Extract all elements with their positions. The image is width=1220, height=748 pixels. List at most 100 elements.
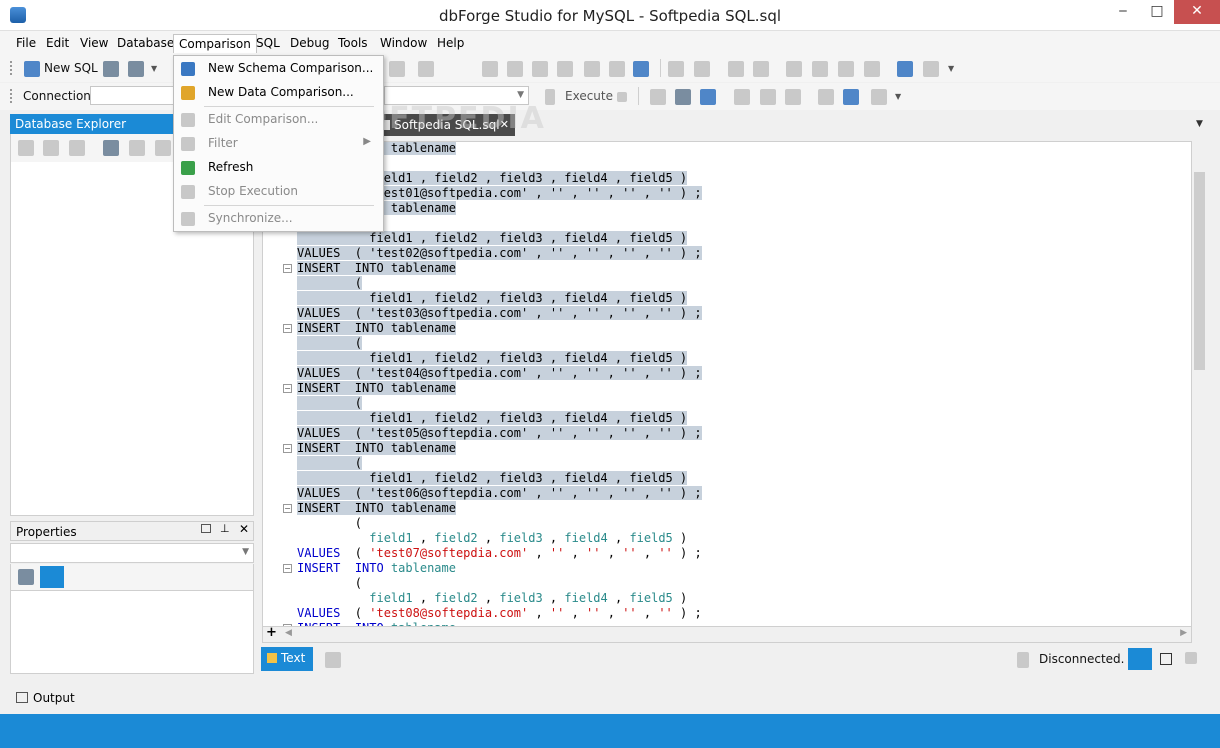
remove-icon[interactable] [43, 140, 59, 156]
toolbar-icon-j[interactable] [760, 89, 776, 105]
sql-toggle-icon[interactable] [633, 61, 649, 77]
chevron-down-icon[interactable]: ▼ [948, 64, 954, 73]
fold-toggle-icon[interactable]: − [283, 504, 292, 513]
fold-toggle-icon[interactable]: − [283, 264, 292, 273]
fold-toggle-icon[interactable]: − [283, 564, 292, 573]
menu-stop-execution[interactable]: Stop Execution [174, 181, 383, 203]
grid-icon[interactable] [700, 89, 716, 105]
vertical-scroll-thumb[interactable] [1194, 172, 1205, 370]
fold-toggle-icon[interactable]: − [283, 324, 292, 333]
menu-refresh[interactable]: Refresh [174, 157, 383, 179]
layout-horizontal-icon[interactable] [1128, 648, 1152, 670]
sql-editor[interactable]: −−−−−−−−− INSERT INTO tablename ( field1… [262, 141, 1192, 627]
toolbar-icon-a[interactable] [482, 61, 498, 77]
refresh-icon[interactable] [18, 140, 34, 156]
code-line: ( [297, 576, 362, 591]
new-sql-button[interactable]: New SQL [44, 61, 98, 75]
text-view-tab[interactable]: Text [261, 647, 313, 671]
toolbar-icon-e[interactable] [584, 61, 600, 77]
data-view-icon[interactable] [325, 652, 341, 668]
menu-view[interactable]: View [75, 34, 113, 53]
copy-icon[interactable] [69, 140, 85, 156]
code-text: ( [297, 336, 363, 350]
menu-edit-comparison[interactable]: Edit Comparison... [174, 109, 383, 131]
format-icon[interactable] [897, 61, 913, 77]
stop-icon[interactable] [617, 92, 627, 102]
toolbar-grip [10, 61, 13, 75]
properties-grid[interactable] [10, 591, 254, 674]
execute-button[interactable]: Execute [565, 89, 613, 103]
close-button[interactable]: ✕ [1174, 0, 1220, 24]
toolbar-icon-m[interactable] [871, 89, 887, 105]
categorized-icon[interactable] [18, 569, 34, 585]
layout-single-icon[interactable] [1160, 653, 1172, 665]
maximize-button[interactable]: □ [1140, 0, 1174, 24]
new-connection-icon[interactable] [103, 140, 119, 156]
scroll-right-icon[interactable]: ▶ [1180, 628, 1187, 638]
toolbar-icon-f[interactable] [923, 61, 939, 77]
toolbar-icon-l[interactable] [818, 89, 834, 105]
toolbar-icon-k[interactable] [785, 89, 801, 105]
menu-separator [204, 106, 374, 107]
minimize-button[interactable]: ‒ [1106, 0, 1140, 24]
menu-edit[interactable]: Edit [41, 34, 74, 53]
redo-icon[interactable] [418, 61, 434, 77]
execute-icon [545, 89, 555, 105]
connection-status: Disconnected. [1039, 652, 1125, 666]
menu-sql[interactable]: SQL [251, 34, 285, 53]
scroll-left-icon[interactable]: ◀ [285, 628, 292, 638]
toolbar-icon-i[interactable] [734, 89, 750, 105]
comment-icon[interactable] [728, 61, 744, 77]
toolbar-icon-d[interactable] [557, 61, 573, 77]
menu-help[interactable]: Help [432, 34, 469, 53]
connection-combo[interactable] [90, 86, 174, 105]
clock-icon[interactable] [843, 89, 859, 105]
edit-connection-icon[interactable] [129, 140, 145, 156]
layout-vertical-icon[interactable] [1185, 652, 1197, 664]
output-tab[interactable]: Output [33, 691, 75, 705]
table-icon[interactable] [128, 61, 144, 77]
menu-comparison[interactable]: Comparison [173, 34, 257, 53]
output-panel-bar: Output [0, 686, 1220, 712]
horizontal-scrollbar[interactable]: + ◀ ▶ [262, 625, 1192, 643]
menu-debug[interactable]: Debug [285, 34, 334, 53]
undo-icon[interactable] [389, 61, 405, 77]
menu-window[interactable]: Window [375, 34, 432, 53]
code-text: ( [297, 396, 363, 410]
alphabetical-icon[interactable] [40, 566, 64, 588]
properties-object-combo[interactable]: ▼ [10, 543, 254, 563]
stop-icon [181, 185, 195, 199]
chevron-down-icon[interactable]: ▼ [895, 92, 901, 101]
menu-file[interactable]: File [11, 34, 41, 53]
text-view-label: Text [281, 651, 306, 665]
delete-icon[interactable] [609, 61, 625, 77]
menu-filter[interactable]: Filter ▶ [174, 133, 383, 155]
float-icon[interactable] [201, 524, 211, 533]
toolbar-icon-h[interactable] [675, 89, 691, 105]
next-bookmark-icon[interactable] [838, 61, 854, 77]
pin-icon[interactable]: ⊥ [220, 522, 230, 535]
disconnect-icon[interactable] [155, 140, 171, 156]
fold-toggle-icon[interactable]: − [283, 384, 292, 393]
fold-toggle-icon[interactable]: − [283, 444, 292, 453]
outdent-icon[interactable] [694, 61, 710, 77]
bookmark-icon[interactable] [786, 61, 802, 77]
toolbar-icon-c[interactable] [532, 61, 548, 77]
clear-bookmarks-icon[interactable] [864, 61, 880, 77]
close-icon[interactable]: ✕ [239, 522, 249, 536]
tab-list-icon[interactable]: ▼ [1196, 119, 1203, 129]
toolbar-icon-b[interactable] [507, 61, 523, 77]
indent-icon[interactable] [668, 61, 684, 77]
chevron-down-icon[interactable]: ▼ [151, 64, 157, 73]
uncomment-icon[interactable] [753, 61, 769, 77]
prev-bookmark-icon[interactable] [812, 61, 828, 77]
open-icon[interactable] [103, 61, 119, 77]
menu-database[interactable]: Database [112, 34, 179, 53]
toolbar-icon-g[interactable] [650, 89, 666, 105]
menu-synchronize[interactable]: Synchronize... [174, 208, 383, 230]
code-text: ( [297, 516, 363, 530]
menu-new-schema-comparison[interactable]: New Schema Comparison... [174, 58, 383, 80]
menu-new-data-comparison[interactable]: New Data Comparison... [174, 82, 383, 104]
menu-tools[interactable]: Tools [333, 34, 373, 53]
split-horizontal-icon[interactable]: + [266, 625, 277, 640]
